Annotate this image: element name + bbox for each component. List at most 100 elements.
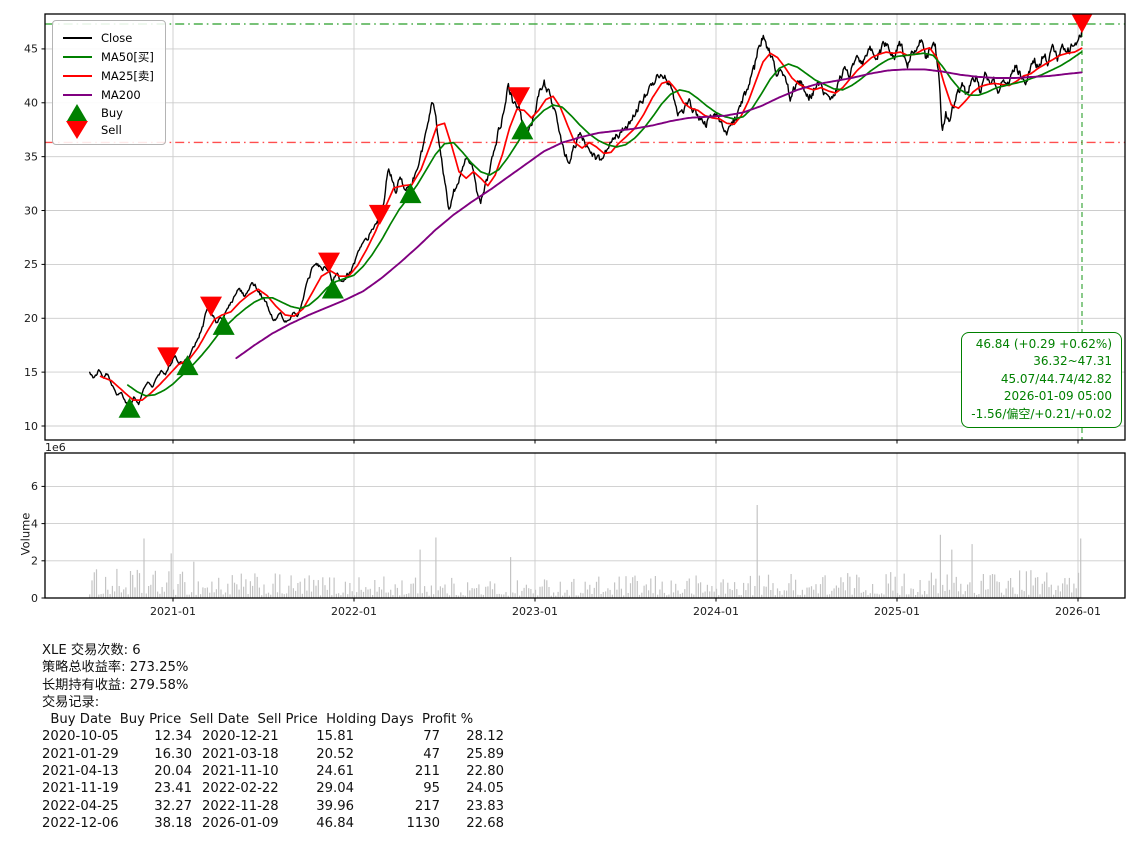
trade-table-cell: 24.61 xyxy=(288,763,354,780)
x-tick-label: 2026-01 xyxy=(1055,605,1101,618)
trade-table-cell: 2021-11-10 xyxy=(202,763,288,780)
sell-triangle-icon xyxy=(62,121,92,139)
legend-label: MA25[卖] xyxy=(101,68,154,84)
trade-table-cell: 22.68 xyxy=(440,815,504,832)
stats-line: 长期持有收益: 279.58% xyxy=(42,677,504,694)
buy-marker-2022-12-06 xyxy=(511,119,533,139)
legend-label: Close xyxy=(101,31,132,45)
trade-table-row: 2022-04-2532.27 2022-11-2839.9621723.83 xyxy=(42,798,504,815)
legend-line-swatch xyxy=(62,94,92,96)
trade-table-cell: 15.81 xyxy=(288,728,354,745)
trade-table-cell: 20.04 xyxy=(128,763,192,780)
volume-offset-label: 1e6 xyxy=(45,441,66,454)
trade-table-row: 2021-01-2916.30 2021-03-1820.524725.89 xyxy=(42,746,504,763)
trade-table-cell: 2022-04-25 xyxy=(42,798,128,815)
trade-table-cell xyxy=(192,746,202,763)
trade-table-cell: 217 xyxy=(354,798,440,815)
stats-line: XLE 交易次数: 6 xyxy=(42,642,504,659)
trade-table-cell: 12.34 xyxy=(128,728,192,745)
legend-label: Sell xyxy=(101,123,122,137)
trade-table-cell: 2021-03-18 xyxy=(202,746,288,763)
annotation-line: 2026-01-09 05:00 xyxy=(971,388,1112,405)
legend-item-ma200: MA200 xyxy=(62,85,154,104)
series-ma200 xyxy=(236,69,1081,358)
legend-item-close: Close xyxy=(62,28,154,47)
legend-label: MA50[买] xyxy=(101,49,154,65)
trade-table-cell: 23.41 xyxy=(128,780,192,797)
trade-table-cell: 2021-01-29 xyxy=(42,746,128,763)
trade-table-cell xyxy=(192,728,202,745)
stats-line: 策略总收益率: 273.25% xyxy=(42,659,504,676)
y-tick-label: 45 xyxy=(24,43,38,56)
series-ma25- xyxy=(101,48,1082,400)
strategy-stats: XLE 交易次数: 6策略总收益率: 273.25%长期持有收益: 279.58… xyxy=(42,642,504,832)
trade-table-cell: 2020-12-21 xyxy=(202,728,288,745)
trade-table-cell: 23.83 xyxy=(440,798,504,815)
stats-line: 交易记录: xyxy=(42,694,504,711)
trade-table-cell: 16.30 xyxy=(128,746,192,763)
sell-marker-2026-01-09 xyxy=(1071,13,1093,33)
y-tick-label: 15 xyxy=(24,366,38,379)
trade-table-cell: 20.52 xyxy=(288,746,354,763)
sell-marker-2022-02-22 xyxy=(369,205,391,225)
trade-table-row: 2021-11-1923.412022-02-2229.049524.05 xyxy=(42,780,504,797)
series-ma50- xyxy=(128,52,1082,396)
legend-label: MA200 xyxy=(101,88,141,102)
trade-table-cell: 2026-01-09 xyxy=(202,815,288,832)
legend-item-sell: Sell xyxy=(62,121,154,138)
volume-axis-label: Volume xyxy=(18,513,32,556)
volume-tick-label: 2 xyxy=(31,555,38,568)
series-close xyxy=(90,30,1082,406)
y-tick-label: 35 xyxy=(24,150,38,163)
annotation-line: 46.84 (+0.29 +0.62%) xyxy=(971,336,1112,353)
y-tick-label: 25 xyxy=(24,258,38,271)
legend-label: Buy xyxy=(101,106,123,120)
trade-table-cell: 77 xyxy=(354,728,440,745)
legend: Close MA50[买] MA25[卖] MA200 Buy Sell xyxy=(52,20,166,145)
x-tick-label: 2024-01 xyxy=(693,605,739,618)
annotation-line: 45.07/44.74/42.82 xyxy=(971,371,1112,388)
sell-marker-2021-03-18 xyxy=(200,297,222,317)
trade-table-row: 2020-10-0512.342020-12-2115.817728.12 xyxy=(42,728,504,745)
trade-table-row: 2022-12-0638.18 2026-01-0946.84113022.68 xyxy=(42,815,504,832)
trade-table-cell: 32.27 xyxy=(128,798,192,815)
figure: 101520253035404502462021-012022-012023-0… xyxy=(0,0,1139,849)
trade-table-header: Buy Date Buy Price Sell Date Sell Price … xyxy=(42,711,504,728)
trade-table-cell: 95 xyxy=(354,780,440,797)
trade-table-cell: 2021-04-13 xyxy=(42,763,128,780)
buy-triangle-icon xyxy=(62,104,92,121)
y-tick-label: 10 xyxy=(24,420,38,433)
x-tick-label: 2023-01 xyxy=(512,605,558,618)
tick-labels: 101520253035404502462021-012022-012023-0… xyxy=(24,43,1101,618)
buy-marker-2021-01-29 xyxy=(176,355,198,375)
buy-marker-2021-11-19 xyxy=(322,279,344,299)
legend-line-swatch xyxy=(62,56,92,58)
trade-table-cell xyxy=(192,798,202,815)
trade-table-cell: 38.18 xyxy=(128,815,192,832)
trade-table-cell: 22.80 xyxy=(440,763,504,780)
x-tick-label: 2025-01 xyxy=(874,605,920,618)
y-tick-label: 30 xyxy=(24,204,38,217)
x-tick-label: 2021-01 xyxy=(150,605,196,618)
trade-table-cell: 211 xyxy=(354,763,440,780)
volume-tick-label: 0 xyxy=(31,592,38,605)
legend-line-swatch xyxy=(62,75,92,77)
trade-table-row: 2021-04-1320.04 2021-11-1024.6121122.80 xyxy=(42,763,504,780)
trade-table-cell: 25.89 xyxy=(440,746,504,763)
volume-panel-border xyxy=(45,453,1125,598)
trade-table-cell: 2022-12-06 xyxy=(42,815,128,832)
trade-table-cell: 24.05 xyxy=(440,780,504,797)
trade-table-cell: 47 xyxy=(354,746,440,763)
legend-item-buy: Buy xyxy=(62,104,154,121)
volume-bars xyxy=(89,505,1081,598)
trade-table-cell: 28.12 xyxy=(440,728,504,745)
trade-table-cell: 2021-11-19 xyxy=(42,780,128,797)
trade-table-cell xyxy=(192,780,202,797)
trade-table-cell: 39.96 xyxy=(288,798,354,815)
trade-table-cell: 46.84 xyxy=(288,815,354,832)
annotation-line: 36.32~47.31 xyxy=(971,353,1112,370)
legend-line-swatch xyxy=(62,37,92,39)
trade-table-cell: 2022-11-28 xyxy=(202,798,288,815)
legend-item-ma25-: MA25[卖] xyxy=(62,66,154,85)
trade-table-cell: 1130 xyxy=(354,815,440,832)
